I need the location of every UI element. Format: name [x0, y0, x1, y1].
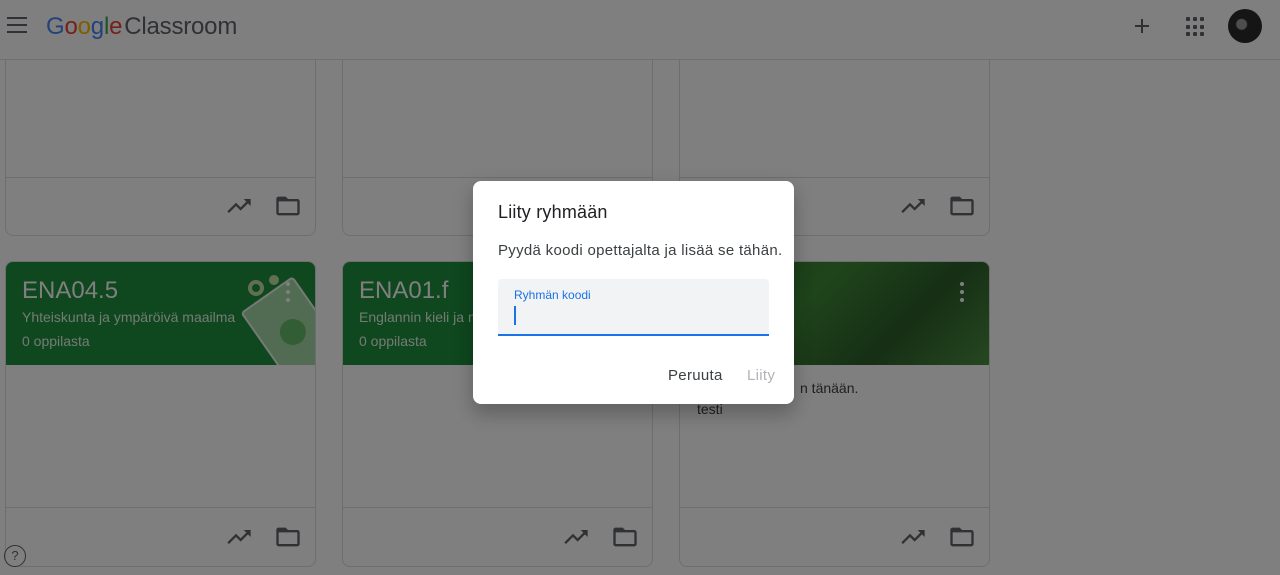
class-code-input[interactable]: [512, 303, 752, 327]
dialog-body: Pyydä koodi opettajalta ja lisää se tähä…: [498, 242, 783, 259]
class-code-field[interactable]: Ryhmän koodi: [498, 279, 769, 336]
text-caret: [514, 306, 516, 325]
join-class-dialog: Liity ryhmään Pyydä koodi opettajalta ja…: [473, 181, 794, 404]
class-code-label: Ryhmän koodi: [514, 288, 591, 302]
join-button[interactable]: Liity: [747, 367, 775, 384]
dialog-title: Liity ryhmään: [498, 202, 608, 222]
cancel-button[interactable]: Peruuta: [668, 367, 723, 384]
